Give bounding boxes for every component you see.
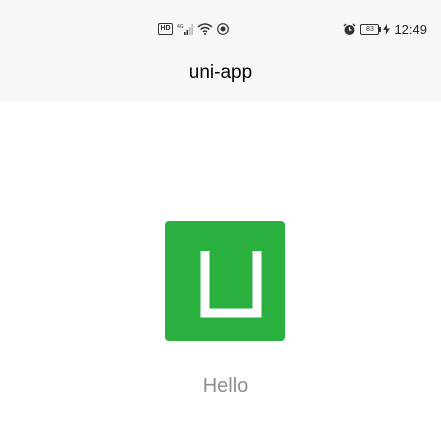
status-bar: HD 4G 83 12:49: [0, 0, 441, 58]
alarm-icon: [343, 23, 356, 35]
hd-icon: HD: [158, 23, 173, 35]
signal-label: 4G: [177, 24, 184, 30]
status-right: 83 12:49: [343, 21, 427, 37]
top-bar: HD 4G 83 12:49 uni-app: [0, 0, 441, 102]
signal-icon: 4G: [177, 24, 193, 35]
wifi-icon: [197, 23, 213, 35]
charge-icon: [383, 23, 391, 35]
uni-app-logo-icon: [200, 251, 262, 318]
hello-text: Hello: [202, 375, 249, 397]
battery-icon: 83: [360, 23, 382, 35]
status-left: HD 4G: [158, 21, 229, 37]
status-time: 12:49: [394, 21, 427, 37]
vpn-icon: [217, 23, 229, 35]
uni-app-logo: [165, 221, 285, 341]
nav-title: uni-app: [188, 62, 253, 83]
